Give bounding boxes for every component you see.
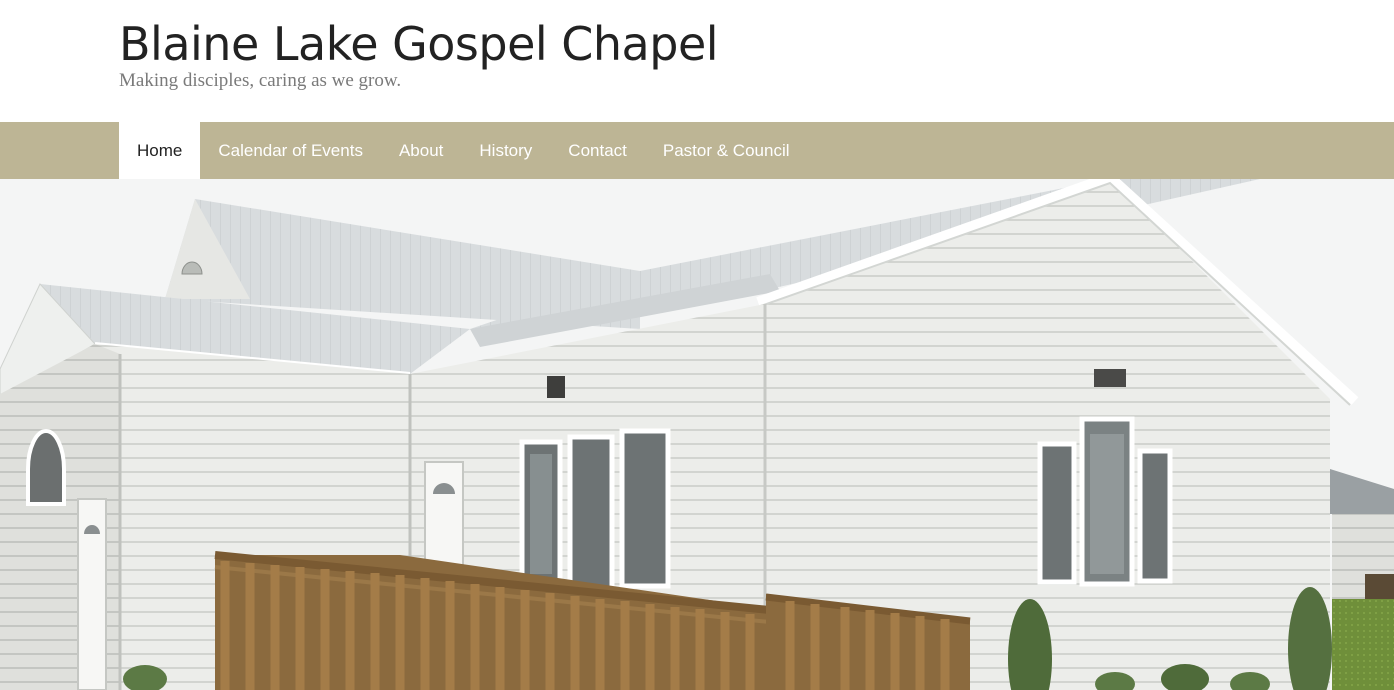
site-title[interactable]: Blaine Lake Gospel Chapel xyxy=(119,14,719,74)
nav-item-calendar-of-events[interactable]: Calendar of Events xyxy=(200,122,381,179)
nav-item-contact[interactable]: Contact xyxy=(550,122,645,179)
nav-item-history[interactable]: History xyxy=(461,122,550,179)
middle-windows xyxy=(519,428,671,595)
nav-item-about[interactable]: About xyxy=(381,122,461,179)
lawn-right xyxy=(1332,599,1394,690)
nav-item-pastor-council[interactable]: Pastor & Council xyxy=(645,122,808,179)
nav-item-home[interactable]: Home xyxy=(119,122,201,179)
site-header: Blaine Lake Gospel Chapel Making discipl… xyxy=(0,0,1394,122)
arched-window xyxy=(26,429,66,506)
nav-menu: Home Calendar of Events About History Co… xyxy=(0,122,1394,179)
main-navigation: Home Calendar of Events About History Co… xyxy=(0,122,1394,179)
hero-image xyxy=(0,179,1394,690)
side-door xyxy=(77,498,107,690)
site-tagline: Making disciples, caring as we grow. xyxy=(119,70,402,91)
church-building-illustration xyxy=(0,179,1394,690)
neighbor-house xyxy=(1330,469,1394,609)
